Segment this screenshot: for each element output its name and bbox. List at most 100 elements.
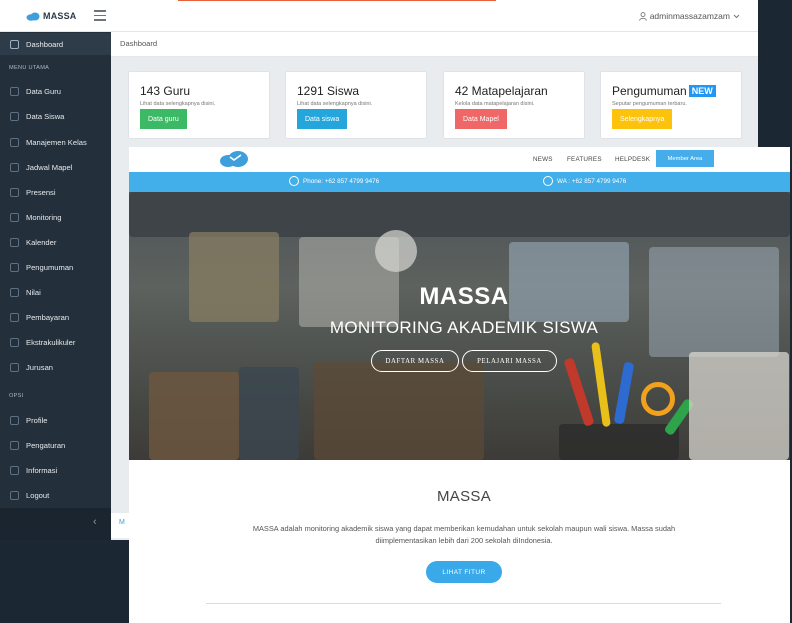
- sidebar-item-presensi[interactable]: Presensi: [0, 181, 111, 203]
- nav-news[interactable]: NEWS: [533, 156, 553, 163]
- wa-text: WA : +62 857 4799 9476: [557, 177, 627, 185]
- sidebar-item-label: Ekstrakulikuler: [26, 337, 76, 347]
- sidebar-item-pengaturan[interactable]: Pengaturan: [0, 434, 111, 456]
- sidebar-item-label: Pengumuman: [26, 262, 74, 272]
- sidebar-item-informasi[interactable]: Informasi: [0, 459, 111, 481]
- stat-card-siswa: 1291 Siswa Lihat data selengkapnya disin…: [285, 71, 427, 139]
- calendar-icon: [10, 237, 19, 247]
- card-title: Pengumuman NEW: [612, 84, 716, 98]
- hero-bg-pencil-yellow: [591, 341, 611, 428]
- section-heading-menu: MENU UTAMA: [9, 65, 50, 71]
- daftar-massa-button[interactable]: DAFTAR MASSA: [371, 350, 459, 372]
- sidebar-item-dashboard[interactable]: Dashboard: [0, 33, 111, 55]
- data-guru-button[interactable]: Data guru: [140, 109, 187, 129]
- contact-bar: Phone: +62 857 4799 9476 WA : +62 857 47…: [129, 172, 790, 192]
- sidebar-item-label: Kalender: [26, 237, 57, 247]
- landing-navbar: NEWS FEATURES HELPDESK Member Area: [129, 147, 790, 172]
- lihat-fitur-button[interactable]: LIHAT FITUR: [426, 561, 502, 583]
- selengkapnya-button[interactable]: Selengkapnya: [612, 109, 673, 129]
- footer-text-peek: M: [111, 513, 129, 538]
- sidebar-item-label: Dashboard: [26, 39, 64, 49]
- sidebar-item-label: Nilai: [26, 287, 41, 297]
- sidebar-item-jadwal-mapel[interactable]: Jadwal Mapel: [0, 156, 111, 178]
- info-icon: [10, 465, 19, 475]
- gear-icon: [10, 440, 19, 450]
- top-accent-line: [178, 0, 496, 1]
- hero-banner: MASSA MONITORING AKADEMIK SISWA DAFTAR M…: [129, 192, 790, 460]
- cloud-logo-icon: [26, 12, 40, 21]
- hero-bg-pencil-red: [563, 357, 595, 427]
- card-subtitle: Seputar pengumuman terbaru.: [612, 101, 687, 107]
- card-subtitle: Lihat data selengkapnya disini.: [140, 101, 216, 107]
- sidebar-item-data-siswa[interactable]: Data Siswa: [0, 105, 111, 127]
- card-icon: [10, 312, 19, 322]
- sidebar-item-manajemen-kelas[interactable]: Manajemen Kelas: [0, 131, 111, 153]
- user-icon: [10, 86, 19, 96]
- data-mapel-button[interactable]: Data Mapel: [455, 109, 507, 129]
- megaphone-icon: [10, 262, 19, 272]
- hero-subtitle: MONITORING AKADEMIK SISWA: [329, 318, 599, 337]
- hero-bg-pencil-blue: [613, 361, 635, 425]
- logout-icon: [10, 490, 19, 500]
- hero-bg-bags: [149, 372, 239, 460]
- phone-text: Phone: +62 857 4799 9476: [303, 177, 380, 185]
- section-heading-options: OPSI: [9, 393, 24, 399]
- user-icon: [638, 11, 647, 21]
- sidebar-item-kalender[interactable]: Kalender: [0, 231, 111, 253]
- hero-bg-calendar: [689, 352, 789, 460]
- user-menu[interactable]: adminmassazamzam: [638, 11, 740, 21]
- contact-wa[interactable]: WA : +62 857 4799 9476: [543, 176, 626, 186]
- stat-card-guru: 143 Guru Lihat data selengkapnya disini.…: [128, 71, 270, 139]
- sidebar-item-ekstrakulikuler[interactable]: Ekstrakulikuler: [0, 331, 111, 353]
- card-title: 42 Matapelajaran: [455, 84, 548, 98]
- hero-bg-pen-cup: [559, 424, 679, 460]
- card-subtitle: Lihat data selengkapnya disini.: [297, 101, 373, 107]
- member-area-button[interactable]: Member Area: [656, 150, 714, 167]
- sidebar-item-monitoring[interactable]: Monitoring: [0, 206, 111, 228]
- data-siswa-button[interactable]: Data siswa: [297, 109, 348, 129]
- cloud-logo-icon[interactable]: [219, 150, 249, 168]
- sidebar-item-label: Informasi: [26, 465, 58, 475]
- pencil-icon: [10, 187, 19, 197]
- sidebar-item-jurusan[interactable]: Jurusan: [0, 356, 111, 378]
- sidebar-item-label: Data Siswa: [26, 111, 65, 121]
- sidebar-item-label: Monitoring: [26, 212, 62, 222]
- sidebar-item-nilai[interactable]: Nilai: [0, 281, 111, 303]
- whatsapp-icon: [543, 176, 553, 186]
- card-title: 1291 Siswa: [297, 84, 360, 98]
- stat-card-mapel: 42 Matapelajaran Kelola data matapelajar…: [443, 71, 585, 139]
- landing-window: NEWS FEATURES HELPDESK Member Area Phone…: [129, 147, 790, 623]
- sidebar-item-label: Pembayaran: [26, 312, 70, 322]
- hero-bg-scissors: [641, 382, 675, 416]
- divider: [206, 603, 721, 604]
- card-title-text: Pengumuman: [612, 84, 687, 98]
- hamburger-menu-icon[interactable]: [94, 10, 106, 21]
- sidebar-item-pengumuman[interactable]: Pengumuman: [0, 256, 111, 278]
- chevron-left-icon: ‹: [93, 516, 97, 528]
- sidebar-item-label: Pengaturan: [26, 440, 66, 450]
- card-subtitle: Kelola data matapelajaran disini.: [455, 101, 535, 107]
- hero-title: MASSA: [419, 283, 509, 310]
- sidebar-item-profile[interactable]: Profile: [0, 409, 111, 431]
- class-icon: [10, 137, 19, 147]
- card-title: 143 Guru: [140, 84, 191, 98]
- pelajari-massa-button[interactable]: PELAJARI MASSA: [462, 350, 557, 372]
- phone-icon: [289, 176, 299, 186]
- nav-features[interactable]: FEATURES: [567, 156, 602, 163]
- sidebar-collapse-toggle[interactable]: ‹: [0, 508, 111, 540]
- schedule-icon: [10, 162, 19, 172]
- hero-bg-clock: [375, 230, 417, 272]
- sidebar-item-label: Logout: [26, 490, 50, 500]
- sidebar-item-pembayaran[interactable]: Pembayaran: [0, 306, 111, 328]
- grade-icon: [10, 287, 19, 297]
- new-badge: NEW: [688, 85, 716, 97]
- sidebar-item-logout[interactable]: Logout: [0, 484, 111, 506]
- activity-icon: [10, 337, 19, 347]
- sidebar-item-data-guru[interactable]: Data Guru: [0, 80, 111, 102]
- section-title: MASSA: [436, 488, 491, 505]
- sidebar: Dashboard MENU UTAMA Data Guru Data Sisw…: [0, 32, 111, 540]
- brand-name: MASSA: [43, 11, 77, 21]
- monitor-icon: [10, 212, 19, 222]
- contact-phone[interactable]: Phone: +62 857 4799 9476: [289, 176, 379, 186]
- nav-helpdesk[interactable]: HELPDESK: [615, 156, 650, 163]
